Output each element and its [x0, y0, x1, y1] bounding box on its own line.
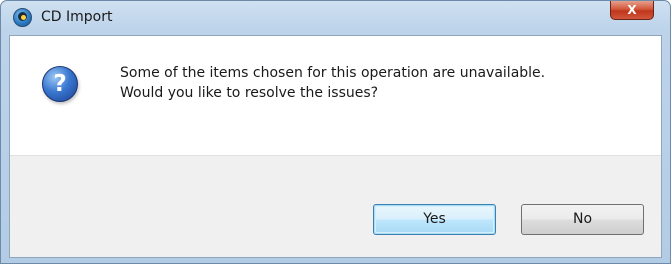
dialog-window: CD Import X ? Some of the items chosen f…: [0, 0, 671, 264]
window-title: CD Import: [41, 9, 113, 25]
button-bar: Yes No: [10, 155, 661, 257]
title-bar[interactable]: CD Import X: [1, 1, 670, 35]
message-line-2: Would you like to resolve the issues?: [120, 85, 379, 101]
message-line-1: Some of the items chosen for this operat…: [120, 65, 546, 81]
no-button[interactable]: No: [521, 204, 644, 235]
cd-import-app-icon: [13, 8, 32, 27]
question-icon: ?: [42, 66, 78, 102]
close-icon: X: [627, 3, 637, 17]
yes-button[interactable]: Yes: [373, 204, 496, 235]
dialog-client-area: ? Some of the items chosen for this oper…: [9, 35, 662, 258]
dialog-message: Some of the items chosen for this operat…: [120, 63, 545, 103]
message-area: ? Some of the items chosen for this oper…: [10, 36, 661, 155]
close-button[interactable]: X: [610, 1, 654, 20]
app-icon-highlight: [21, 15, 26, 20]
